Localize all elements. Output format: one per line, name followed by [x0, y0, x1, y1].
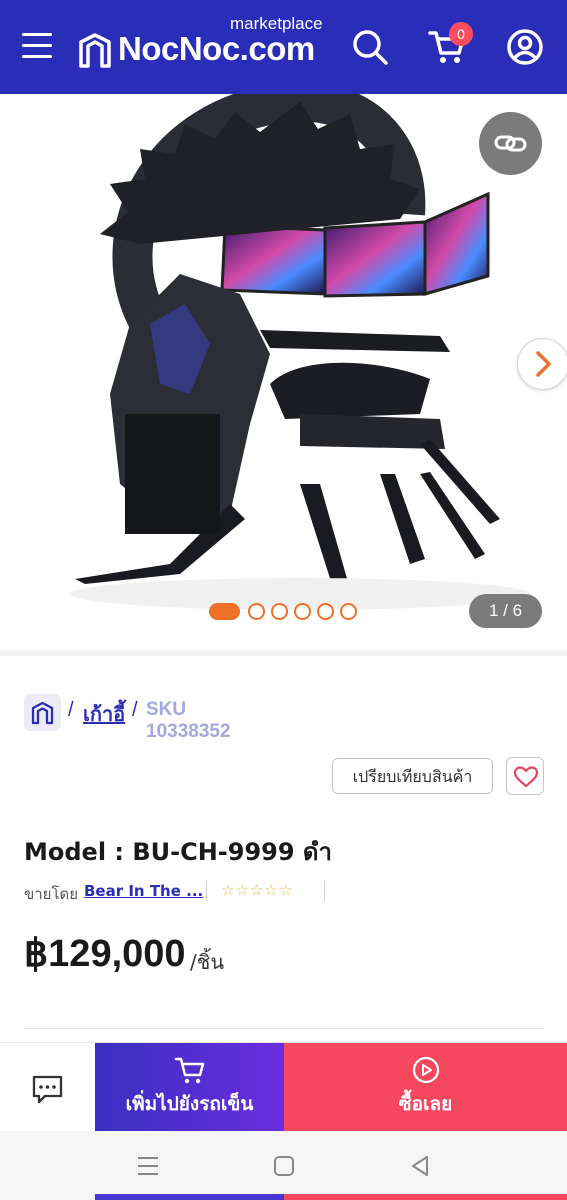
seller-link[interactable]: Bear In The ... — [84, 882, 203, 900]
home-nav-icon[interactable] — [273, 1155, 295, 1177]
breadcrumb-separator: / — [132, 699, 138, 721]
bottom-action-bar: เพิ่มไปยังรถเข็น ซื้อเลย — [0, 1042, 567, 1132]
breadcrumb-home[interactable] — [24, 694, 61, 731]
image-counter: 1 / 6 — [469, 594, 542, 628]
heart-icon — [513, 766, 539, 788]
pagination-dot-6[interactable] — [340, 603, 357, 620]
logo-mark-icon — [79, 33, 111, 68]
pagination-dot-5[interactable] — [317, 603, 334, 620]
system-navigation-bar — [0, 1131, 567, 1200]
separator-bar — [324, 881, 325, 901]
breadcrumb-category-link[interactable]: เก้าอี้ — [83, 698, 125, 730]
buy-now-button[interactable]: ซื้อเลย — [284, 1043, 567, 1132]
recent-apps-icon[interactable] — [137, 1156, 159, 1176]
seller-row: ขายโดย Bear In The ... ☆☆☆☆☆ — [24, 880, 544, 904]
product-image — [70, 94, 530, 610]
home-icon — [31, 701, 54, 725]
back-icon[interactable] — [409, 1155, 431, 1177]
hamburger-menu-icon[interactable] — [22, 33, 52, 59]
chevron-right-icon — [536, 351, 551, 377]
cart-icon — [174, 1057, 205, 1084]
account-icon[interactable] — [505, 27, 545, 67]
pagination-dot-2[interactable] — [248, 603, 265, 620]
top-navigation-bar: marketplace NocNoc.com 0 — [0, 0, 567, 94]
product-price: ฿129,000 — [24, 933, 186, 975]
favorite-button[interactable] — [506, 757, 544, 795]
star-icon: ☆ — [221, 881, 235, 899]
pagination-dot-4[interactable] — [294, 603, 311, 620]
pagination-dot-1[interactable] — [209, 603, 240, 620]
star-icon: ☆ — [278, 881, 293, 899]
chat-button[interactable] — [0, 1043, 95, 1132]
add-to-cart-label: เพิ่มไปยังรถเข็น — [125, 1093, 254, 1115]
nav-strip — [284, 1194, 567, 1200]
link-icon — [494, 135, 527, 152]
rating-stars: ☆☆☆☆☆ — [221, 880, 293, 904]
breadcrumb-sku: SKU 10338352 — [146, 699, 231, 742]
logo-name: NocNoc.com — [118, 30, 315, 67]
site-logo[interactable]: marketplace NocNoc.com — [78, 12, 338, 82]
nav-strip — [95, 1194, 284, 1200]
next-image-button[interactable] — [517, 338, 567, 390]
pagination-dot-3[interactable] — [271, 603, 288, 620]
buy-now-label: ซื้อเลย — [398, 1093, 453, 1115]
add-to-cart-button[interactable]: เพิ่มไปยังรถเข็น — [95, 1043, 284, 1132]
breadcrumb-separator: / — [68, 699, 74, 721]
product-image-gallery[interactable] — [0, 94, 567, 650]
seller-label: ขายโดย — [24, 885, 79, 903]
star-icon: ☆ — [235, 881, 249, 899]
star-icon: ☆ — [249, 881, 264, 899]
cart-count-badge: 0 — [449, 22, 473, 46]
share-link-button[interactable] — [479, 112, 542, 175]
product-title: Model : BU-CH-9999 ดำ — [24, 838, 332, 866]
section-divider — [0, 650, 567, 656]
separator-bar — [206, 881, 207, 901]
search-icon[interactable] — [350, 27, 390, 67]
star-icon: ☆ — [264, 881, 278, 899]
play-icon — [412, 1056, 440, 1084]
chat-icon — [32, 1075, 63, 1104]
compare-products-button[interactable]: เปรียบเทียบสินค้า — [332, 758, 493, 794]
divider — [24, 1028, 544, 1029]
price-unit: /ชิ้น — [190, 950, 224, 974]
